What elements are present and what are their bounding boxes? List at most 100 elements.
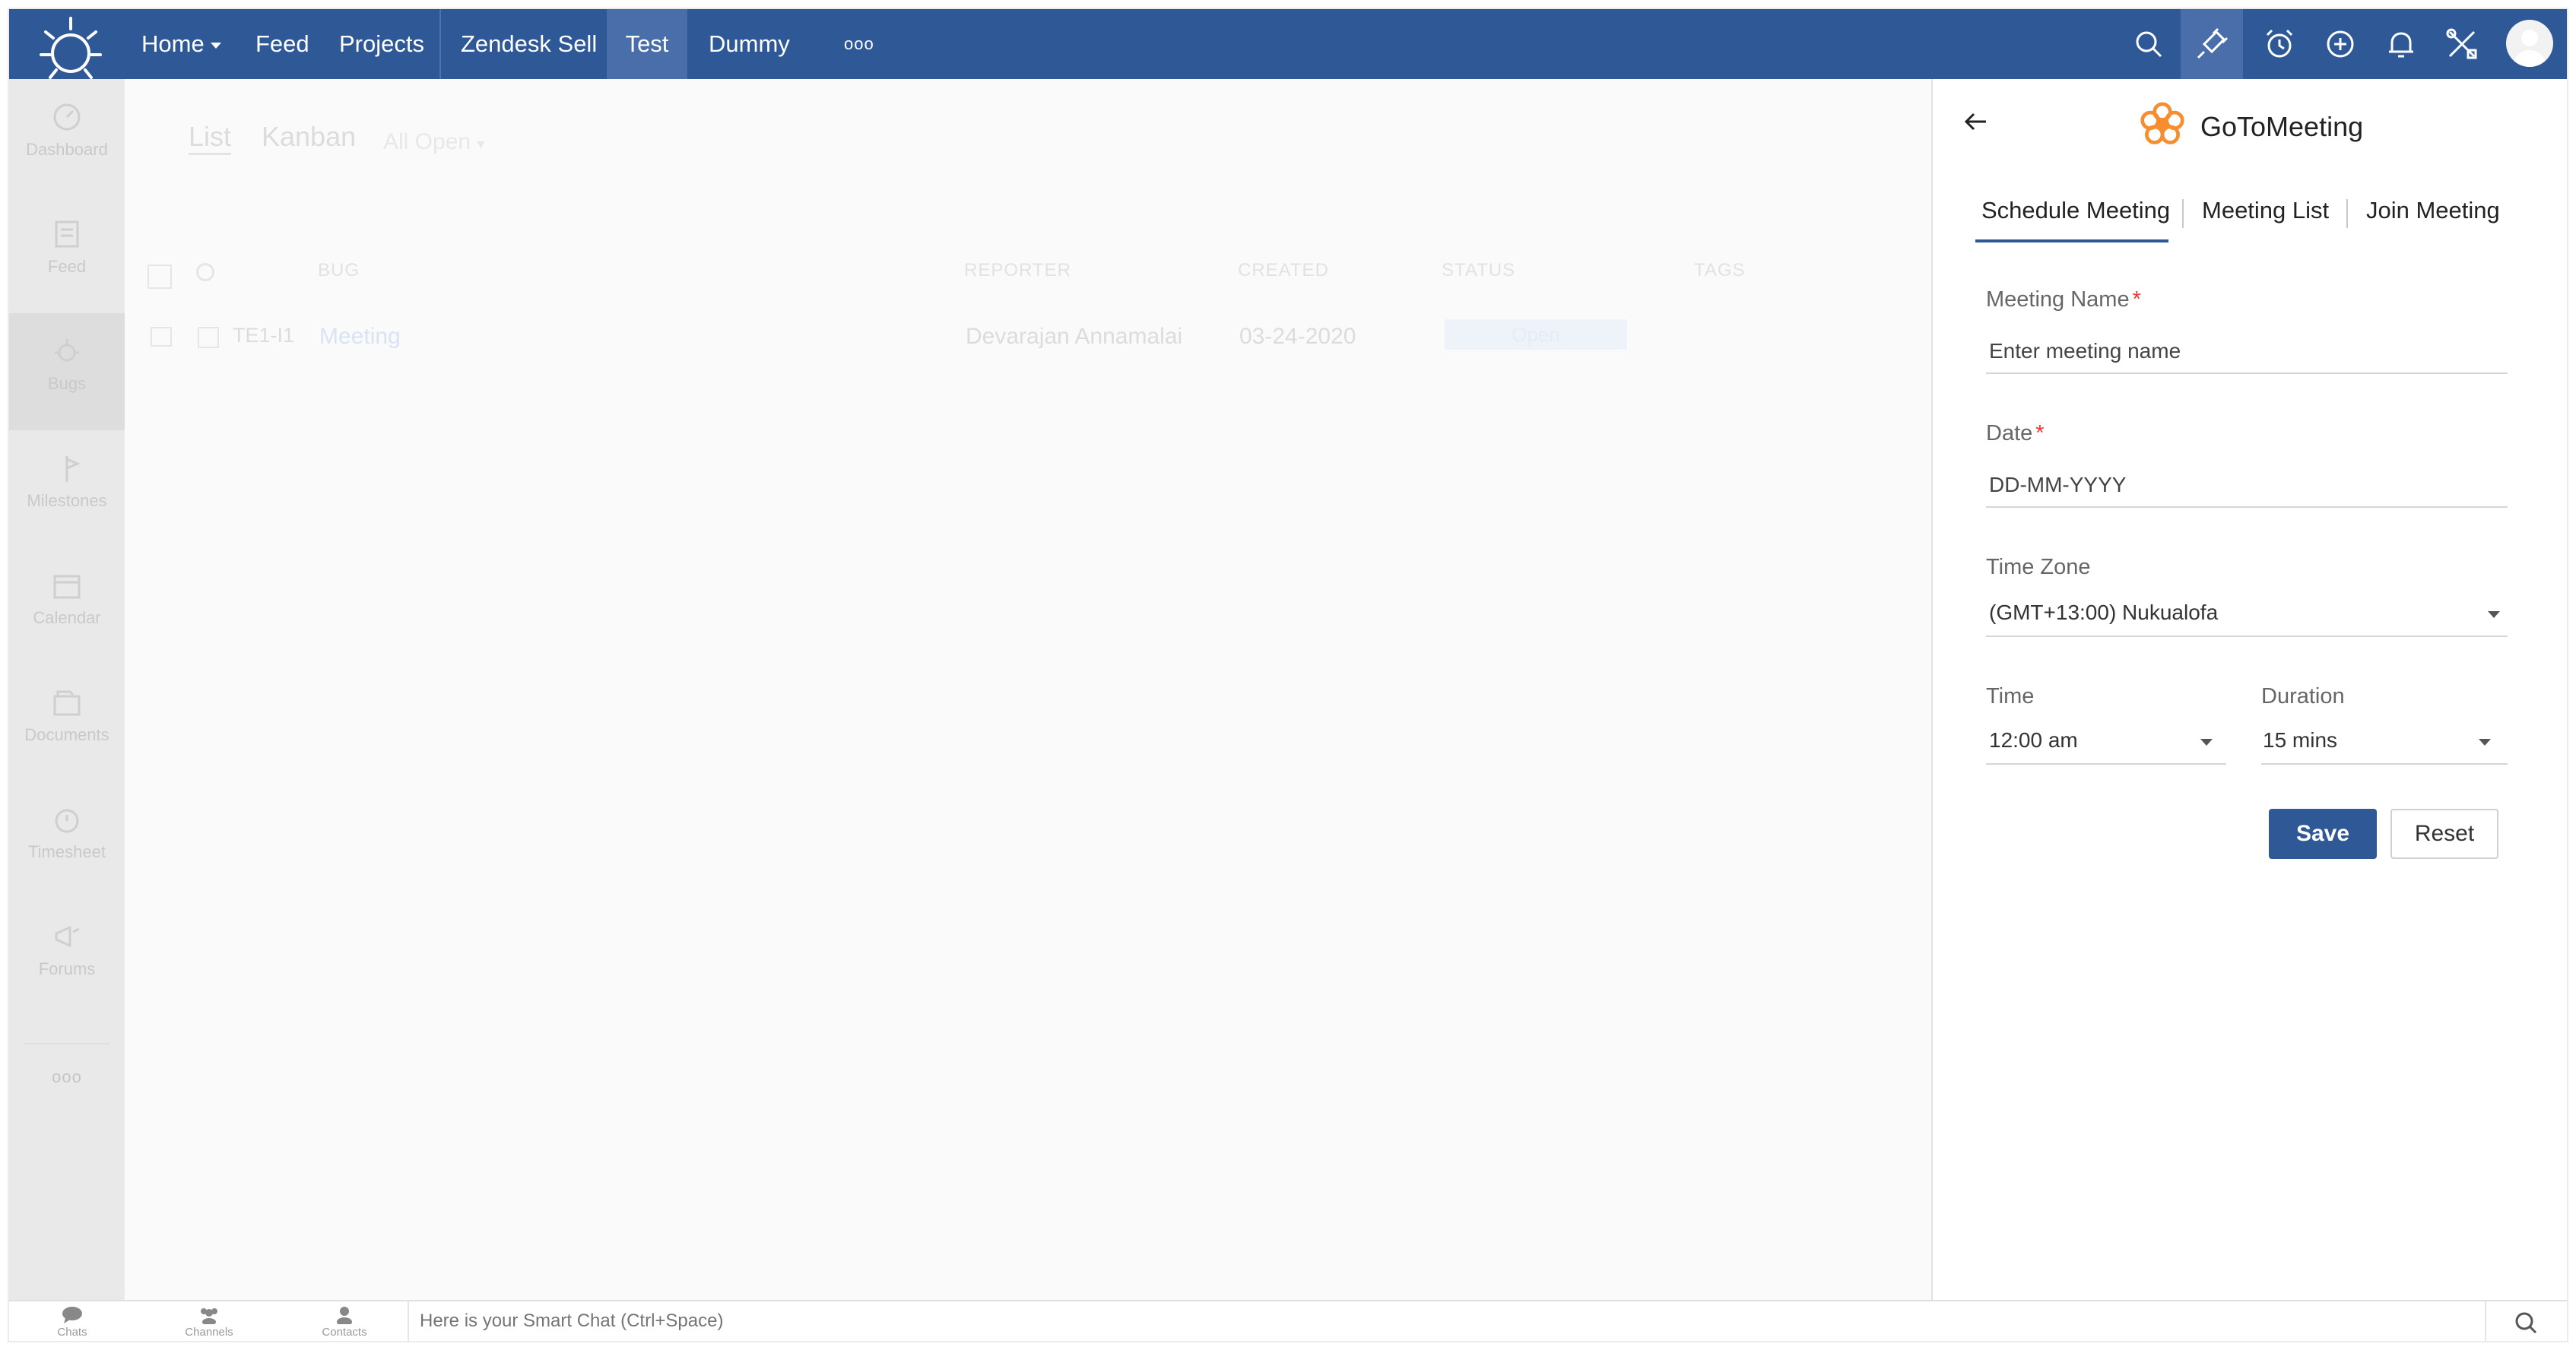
comment-icon[interactable] [151, 327, 172, 347]
tab-list[interactable]: List [189, 121, 232, 155]
bug-title-link[interactable]: Meeting [319, 324, 401, 350]
left-sidebar: Dashboard Feed Bugs Milestones Calendar … [9, 79, 125, 1300]
chats-label: Chats [57, 1326, 87, 1339]
tools-icon[interactable] [2444, 26, 2480, 62]
brand-name: GoToMeeting [2200, 111, 2364, 142]
sidebar-item-label: Bugs [47, 374, 87, 393]
contacts-label: Contacts [322, 1326, 367, 1339]
sidebar-item-label: Documents [24, 725, 109, 744]
tab-divider [2346, 199, 2348, 228]
tab-meeting-list[interactable]: Meeting List [2202, 197, 2329, 224]
bell-icon[interactable] [2383, 26, 2419, 62]
channels-button[interactable]: Channels [175, 1306, 243, 1339]
bottom-chat-bar: Chats Channels Contacts [9, 1300, 2567, 1341]
gotomeeting-panel: GoToMeeting Schedule Meeting Meeting Lis… [1931, 79, 2567, 1300]
reset-button[interactable]: Reset [2390, 809, 2498, 859]
add-circle-icon[interactable] [2322, 26, 2359, 62]
plug-icon [2197, 27, 2229, 59]
tab-schedule-meeting[interactable]: Schedule Meeting [1981, 197, 2170, 224]
sidebar-item-label: Feed [47, 257, 87, 276]
alarm-clock-icon[interactable] [2261, 26, 2298, 62]
duration-label: Duration [2261, 684, 2345, 708]
row-checkbox[interactable] [198, 327, 219, 348]
time-zone-underline [1986, 635, 2508, 637]
bug-icon [55, 339, 79, 362]
app-logo-icon[interactable] [38, 15, 103, 81]
save-button[interactable]: Save [2269, 809, 2377, 859]
reporter-name: Devarajan Annamalai [966, 324, 1183, 349]
search-icon[interactable] [2514, 1311, 2538, 1335]
time-underline [1986, 763, 2226, 765]
channels-label: Channels [185, 1326, 233, 1339]
status-badge[interactable]: Open [1445, 319, 1627, 350]
sidebar-item-bugs[interactable]: Bugs [9, 313, 125, 430]
sidebar-more-icon[interactable]: ooo [9, 1067, 125, 1087]
sidebar-item-feed[interactable]: Feed [9, 196, 125, 313]
calendar-icon [53, 575, 81, 599]
column-header-created[interactable]: CREATED [1238, 260, 1329, 281]
back-arrow-icon[interactable] [1962, 108, 1989, 135]
contacts-button[interactable]: Contacts [310, 1306, 379, 1339]
feed-icon [55, 220, 79, 248]
tab-kanban[interactable]: Kanban [262, 121, 356, 153]
forums-icon [55, 925, 80, 948]
search-icon[interactable] [196, 263, 214, 281]
column-settings-icon[interactable] [148, 265, 172, 289]
contact-person-icon [337, 1307, 352, 1324]
column-header-tags[interactable]: TAGS [1694, 260, 1746, 281]
column-header-reporter[interactable]: REPORTER [964, 260, 1071, 281]
nav-feed[interactable]: Feed [255, 9, 309, 79]
sidebar-item-documents[interactable]: Documents [9, 664, 125, 781]
time-zone-label: Time Zone [1986, 555, 2091, 579]
timesheet-icon [55, 809, 79, 833]
chevron-down-icon [2488, 611, 2500, 618]
app-window: Home Feed Projects Zendesk Sell Test Dum… [9, 9, 2567, 1341]
sidebar-divider [24, 1043, 109, 1044]
duration-value: 15 mins [2263, 728, 2338, 752]
meeting-name-input[interactable] [1989, 336, 2506, 366]
sidebar-item-label: Milestones [27, 491, 107, 510]
chevron-down-icon [210, 42, 221, 49]
tab-divider [2182, 199, 2184, 228]
gotomeeting-logo-icon [2140, 102, 2184, 144]
chevron-down-icon [2200, 739, 2213, 746]
column-header-status[interactable]: STATUS [1442, 260, 1515, 281]
date-label-text: Date [1986, 421, 2033, 445]
dashboard-icon [53, 103, 81, 131]
column-header-bug[interactable]: BUG [318, 260, 360, 281]
date-input[interactable] [1989, 470, 2506, 500]
documents-icon [53, 690, 81, 716]
sidebar-item-label: Timesheet [28, 842, 106, 861]
sidebar-item-milestones[interactable]: Milestones [9, 430, 125, 547]
time-zone-value: (GMT+13:00) Nukualofa [1989, 601, 2219, 624]
nav-more-icon[interactable]: ooo [844, 9, 874, 79]
milestone-icon [65, 456, 81, 482]
sidebar-item-calendar[interactable]: Calendar [9, 547, 125, 664]
nav-dummy[interactable]: Dummy [709, 9, 790, 79]
active-tab-indicator [1975, 239, 2168, 242]
sidebar-item-dashboard[interactable]: Dashboard [9, 79, 125, 196]
user-avatar[interactable] [2506, 20, 2553, 67]
chat-bubble-icon [62, 1307, 82, 1323]
smart-chat-input[interactable] [420, 1306, 2488, 1336]
nav-home[interactable]: Home [141, 9, 221, 79]
search-icon[interactable] [2130, 26, 2167, 62]
sidebar-item-timesheet[interactable]: Timesheet [9, 781, 125, 899]
nav-zendesk-sell[interactable]: Zendesk Sell [461, 9, 597, 79]
sidebar-item-label: Dashboard [26, 140, 108, 159]
bottom-divider [2485, 1301, 2486, 1341]
nav-test[interactable]: Test [607, 9, 687, 79]
time-value: 12:00 am [1989, 728, 2078, 752]
chats-button[interactable]: Chats [38, 1306, 106, 1339]
sidebar-item-forums[interactable]: Forums [9, 899, 125, 1016]
user-avatar-icon [2514, 30, 2545, 67]
top-navigation-bar: Home Feed Projects Zendesk Sell Test Dum… [9, 9, 2567, 79]
nav-projects[interactable]: Projects [339, 9, 424, 79]
filter-dropdown[interactable]: All Open ▾ [383, 129, 484, 155]
tab-join-meeting[interactable]: Join Meeting [2366, 197, 2500, 224]
bottom-divider [408, 1301, 409, 1341]
duration-underline [2261, 763, 2508, 765]
time-label: Time [1986, 684, 2035, 708]
required-asterisk: * [2132, 287, 2141, 312]
plug-button[interactable] [2181, 9, 2243, 79]
